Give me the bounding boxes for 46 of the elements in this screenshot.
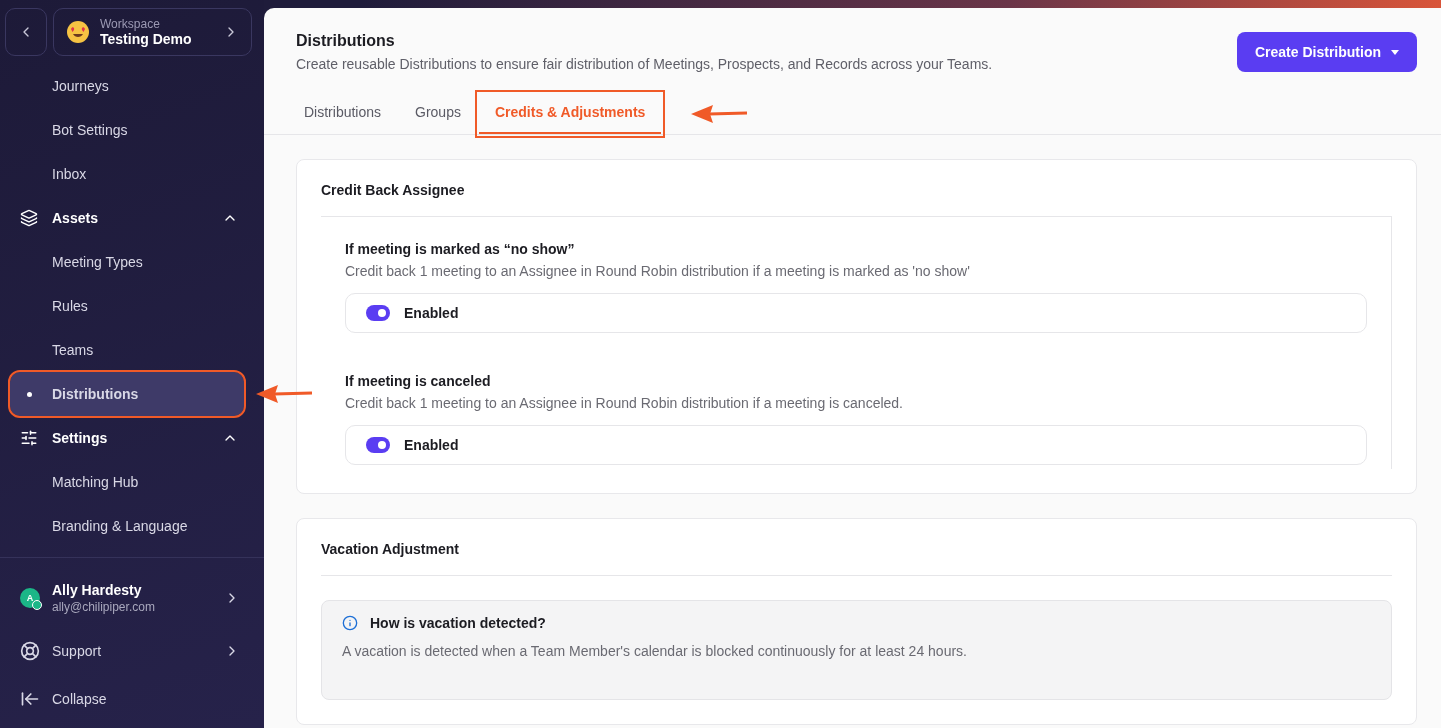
toggle-label: Enabled <box>404 305 459 321</box>
user-name: Ally Hardesty <box>52 582 143 598</box>
workspace-name: Testing Demo <box>100 31 193 47</box>
info-icon <box>342 615 358 631</box>
nav-item[interactable]: Bot Settings <box>10 108 244 152</box>
nav-section[interactable]: Assets <box>10 196 244 240</box>
nav-item[interactable]: Journeys <box>10 64 244 108</box>
active-dot <box>27 392 32 397</box>
card-title: Vacation Adjustment <box>321 519 1392 576</box>
info-text: A vacation is detected when a Team Member's calendar is blocked continuously for at least 24 hours. <box>342 643 968 659</box>
page-subtitle: Create reusable Distributions to ensure fair distribution of Meetings, Prospects, and Records across your Teams. <box>296 56 994 72</box>
nav-item[interactable]: Branding & Language <box>10 504 244 548</box>
caret-icon <box>1391 49 1399 55</box>
info-title: How is vacation detected? <box>370 615 546 631</box>
lifebuoy-icon <box>20 641 40 661</box>
nav-section[interactable]: Settings <box>10 416 244 460</box>
option-description: Credit back 1 meeting to an Assignee in Round Robin distribution if a meeting is marked as 'no show' <box>345 263 971 279</box>
toggle-label: Enabled <box>404 437 459 453</box>
card-title: Credit Back Assignee <box>321 160 1392 217</box>
emoji-icon <box>66 20 90 44</box>
sliders-icon <box>20 429 38 447</box>
user-avatar: A <box>20 588 40 608</box>
nav-item[interactable]: Meeting Types <box>10 240 244 284</box>
nav-item[interactable]: Teams <box>10 328 244 372</box>
create-distribution-button[interactable]: Create Distribution <box>1237 32 1417 72</box>
nav-item[interactable]: Inbox <box>10 152 244 196</box>
annotation-arrow <box>256 384 314 404</box>
support-link[interactable]: Support <box>0 630 264 672</box>
tab[interactable]: Groups <box>399 94 477 134</box>
toggle-switch[interactable] <box>366 305 390 321</box>
workspace-switcher[interactable]: Workspace Testing Demo <box>53 8 252 56</box>
option-title: If meeting is canceled <box>345 373 492 389</box>
collapse-icon <box>20 689 40 709</box>
toggle-switch[interactable] <box>366 437 390 453</box>
nav-item[interactable]: Matching Hub <box>10 460 244 504</box>
user-menu[interactable]: A Ally Hardesty ally@chilipiper.com <box>0 572 264 624</box>
user-email: ally@chilipiper.com <box>52 600 156 614</box>
option-title: If meeting is marked as “no show” <box>345 241 576 257</box>
tab[interactable]: Distributions <box>288 94 398 134</box>
page-title: Distributions <box>296 32 396 50</box>
annotation-arrow <box>690 104 749 124</box>
nav-item[interactable]: Rules <box>10 284 244 328</box>
option-description: Credit back 1 meeting to an Assignee in Round Robin distribution if a meeting is canceled. <box>345 395 904 411</box>
workspace-label: Workspace <box>100 17 161 31</box>
layers-icon <box>20 209 38 227</box>
collapse-button[interactable]: Collapse <box>0 678 264 720</box>
